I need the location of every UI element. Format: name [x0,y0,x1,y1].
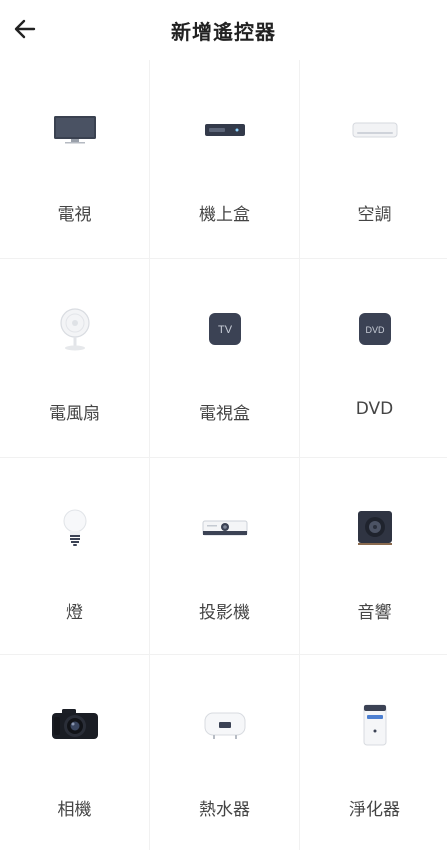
camera-icon [45,703,105,747]
page-title: 新增遙控器 [171,20,276,44]
device-tile-tv-box[interactable]: TV 電視盒 [150,259,299,457]
device-grid: 電視 機上盒 空調 電風扇 TV 電視盒 DVD DVD 燈 投影機 音響 相機… [0,60,447,853]
device-tile-camera[interactable]: 相機 [0,655,149,853]
set-top-box-icon [195,108,255,152]
device-tile-tv[interactable]: 電視 [0,60,149,258]
tv-icon [45,108,105,152]
device-label: 電風扇 [49,404,100,424]
air-purifier-icon [345,703,405,747]
dvd-icon: DVD [345,307,405,351]
device-label: DVD [355,399,394,419]
device-tile-dvd[interactable]: DVD DVD [300,259,447,457]
tv-box-badge: TV [217,324,232,336]
device-label: 電視 [57,205,92,225]
tv-box-icon: TV [195,307,255,351]
light-bulb-icon [45,506,105,550]
device-tile-light[interactable]: 燈 [0,458,149,654]
speaker-icon [345,506,405,550]
device-label: 投影機 [199,603,250,623]
projector-icon [195,506,255,550]
device-tile-projector[interactable]: 投影機 [150,458,299,654]
device-label: 熱水器 [199,800,250,820]
device-tile-speaker[interactable]: 音響 [300,458,447,654]
device-label: 相機 [57,800,92,820]
device-label: 燈 [66,603,83,623]
fan-icon [45,307,105,351]
device-label: 音響 [357,603,392,623]
header-bar: 新增遙控器 [0,0,447,60]
device-tile-fan[interactable]: 電風扇 [0,259,149,457]
device-tile-air-purifier[interactable]: 淨化器 [300,655,447,853]
device-label: 淨化器 [349,800,400,820]
device-label: 空調 [357,205,392,225]
device-tile-air-conditioner[interactable]: 空調 [300,60,447,258]
device-tile-water-heater[interactable]: 熱水器 [150,655,299,853]
device-label: 機上盒 [199,205,250,225]
air-conditioner-icon [345,108,405,152]
dvd-badge: DVD [365,325,385,335]
water-heater-icon [195,703,255,747]
device-tile-set-top-box[interactable]: 機上盒 [150,60,299,258]
device-label: 電視盒 [199,404,250,424]
